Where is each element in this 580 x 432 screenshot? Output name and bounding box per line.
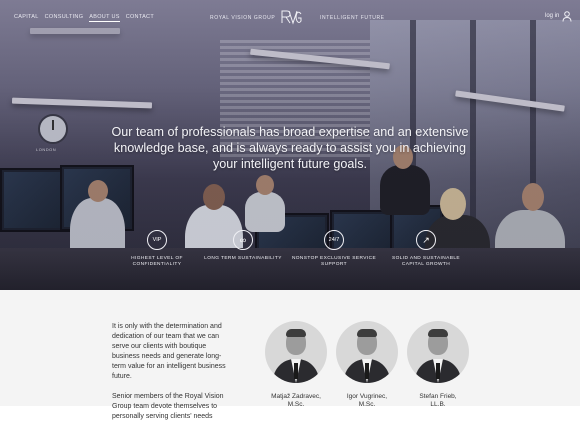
team-member[interactable]: Igor Vugrinec, M.Sc. — [335, 321, 399, 409]
hero-tagline: Our team of professionals has broad expe… — [111, 125, 469, 171]
nav-links: CAPITAL CONSULTING ABOUT US CONTACT — [14, 14, 154, 22]
infinity-icon: ∞ — [233, 230, 253, 250]
intro-text: It is only with the determination and de… — [112, 322, 230, 432]
top-navigation: CAPITAL CONSULTING ABOUT US CONTACT ROYA… — [0, 0, 580, 36]
team-member-photo — [265, 321, 327, 383]
team-member[interactable]: Stefan Frieb, LL.B. — [406, 321, 470, 409]
team-member[interactable]: Matjaž Zadravec, M.Sc. — [264, 321, 328, 409]
feature-label: NONSTOP EXCLUSIVE SERVICE SUPPORT — [291, 256, 377, 267]
growth-arrow-icon: ↗ — [416, 230, 436, 250]
brand-name: ROYAL VISION GROUP — [210, 15, 276, 21]
feature-label: LONG TERM SUSTAINABILITY — [204, 256, 282, 261]
nav-link-capital[interactable]: CAPITAL — [14, 14, 39, 22]
feature-label: HIGHEST LEVEL OF CONFIDENTIALITY — [131, 256, 183, 267]
feature-capital-growth: ↗ SOLID AND SUSTAINABLE CAPITAL GROWTH — [381, 230, 471, 268]
hero-section: LONDON CAPITAL CONSULTING ABOUT US CONTA… — [0, 0, 580, 290]
team-member-name: Igor Vugrinec, M.Sc. — [346, 393, 388, 408]
user-icon[interactable] — [562, 11, 572, 22]
feature-label: SOLID AND SUSTAINABLE CAPITAL GROWTH — [391, 256, 461, 267]
intro-paragraph: Senior members of the Royal Vision Group… — [112, 393, 224, 420]
feature-service-support: 24/7 NONSTOP EXCLUSIVE SERVICE SUPPORT — [289, 230, 379, 268]
login-link[interactable]: log in — [545, 13, 559, 19]
team-members: Matjaž Zadravec, M.Sc. Igor Vugrinec, M.Sc… — [264, 321, 470, 409]
nav-link-about-us[interactable]: ABOUT US — [89, 14, 120, 22]
nav-link-consulting[interactable]: CONSULTING — [45, 14, 84, 22]
brand-slogan: INTELLIGENT FUTURE — [320, 15, 385, 21]
features-row: VIP HIGHEST LEVEL OF CONFIDENTIALITY ∞ L… — [112, 230, 482, 270]
team-member-photo — [336, 321, 398, 383]
rvg-logo-icon[interactable] — [280, 9, 302, 25]
24-7-icon: 24/7 — [324, 230, 344, 250]
team-member-photo — [407, 321, 469, 383]
team-member-name: Stefan Frieb, LL.B. — [419, 393, 457, 408]
intro-paragraph: It is only with the determination and de… — [112, 323, 226, 380]
feature-sustainability: ∞ LONG TERM SUSTAINABILITY — [198, 230, 288, 262]
nav-link-contact[interactable]: CONTACT — [126, 14, 154, 22]
team-member-name: Matjaž Zadravec, M.Sc. — [271, 393, 321, 408]
feature-confidentiality: VIP HIGHEST LEVEL OF CONFIDENTIALITY — [112, 230, 202, 268]
vip-icon: VIP — [147, 230, 167, 250]
